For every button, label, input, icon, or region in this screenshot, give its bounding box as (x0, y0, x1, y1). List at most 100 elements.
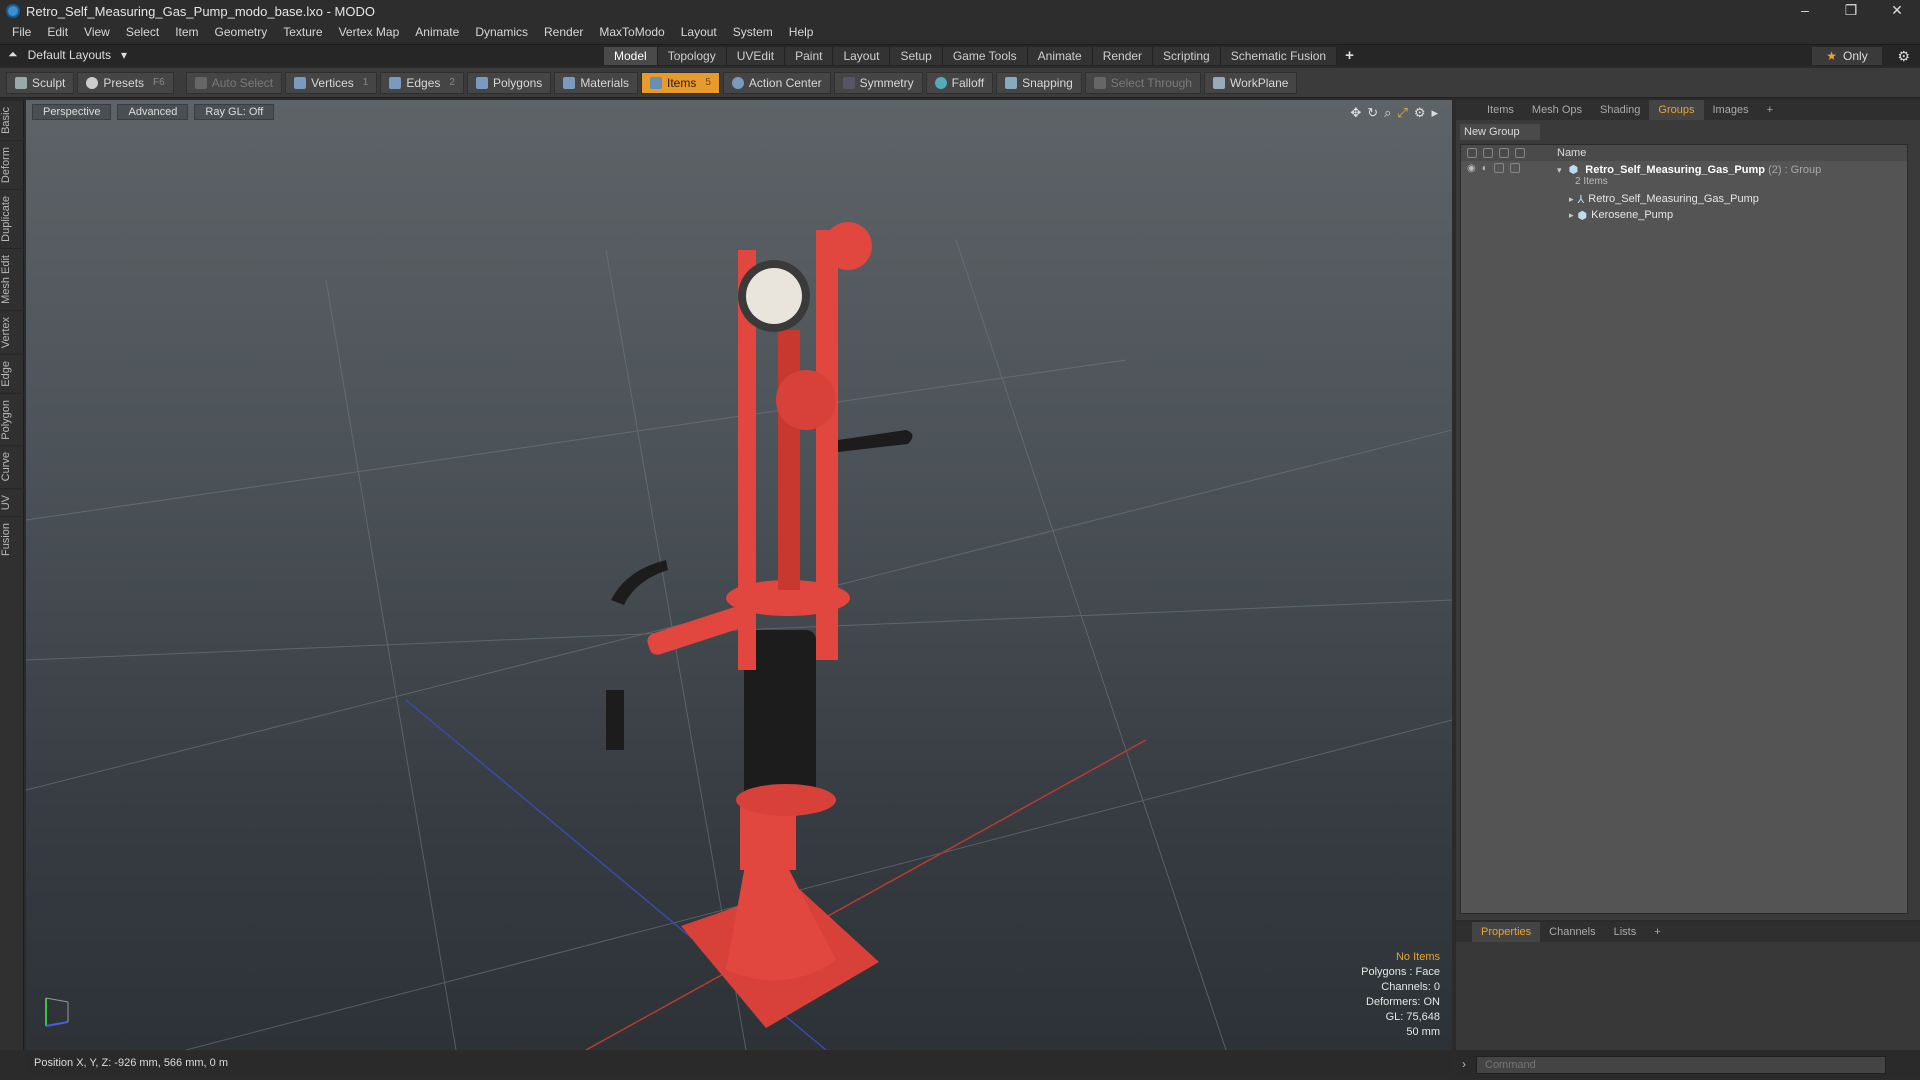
gear-icon[interactable]: ⚙ (1897, 48, 1910, 65)
rotate-icon[interactable]: ↻ (1367, 105, 1378, 121)
items-button[interactable]: Items 5 (641, 71, 720, 94)
collapse-triangle-icon[interactable]: ▾ (1557, 165, 1562, 175)
vtab-edge[interactable]: Edge (0, 353, 24, 393)
tab-properties[interactable]: Properties (1472, 922, 1541, 942)
menu-animate[interactable]: Animate (407, 25, 467, 39)
view-type-button[interactable]: Perspective (32, 104, 112, 120)
menu-layout[interactable]: Layout (673, 25, 725, 39)
menu-vertex-map[interactable]: Vertex Map (331, 25, 408, 39)
tab-model[interactable]: Model (604, 47, 658, 65)
minimize-button[interactable]: – (1782, 0, 1828, 22)
3d-viewport[interactable]: Perspective Advanced Ray GL: Off ✥ ↻ ⌕ ⤢… (26, 100, 1452, 1050)
tab-channels[interactable]: Channels (1540, 922, 1604, 942)
tab-layout[interactable]: Layout (833, 47, 891, 65)
list-item[interactable]: ▸ ⅄ Retro_Self_Measuring_Gas_Pump (1461, 191, 1907, 207)
tab-render[interactable]: Render (1092, 47, 1154, 65)
tab-mesh-ops[interactable]: Mesh Ops (1523, 100, 1591, 120)
expand-triangle-icon[interactable]: ▸ (1569, 194, 1574, 205)
viewport-settings-icon[interactable]: ⚙ (1414, 105, 1426, 121)
tab-groups[interactable]: Groups (1649, 100, 1704, 120)
vtab-fusion[interactable]: Fusion (0, 516, 24, 563)
viewport-more-icon[interactable]: ▸ (1431, 105, 1438, 121)
tab-paint[interactable]: Paint (785, 47, 834, 65)
add-tab-button[interactable]: + (1337, 47, 1362, 65)
fit-icon[interactable]: ⤢ (1397, 105, 1407, 121)
tab-items[interactable]: Items (1478, 100, 1523, 120)
lock-column-icon[interactable] (1499, 148, 1509, 158)
vtab-uv[interactable]: UV (0, 487, 24, 517)
menu-maxtomodo[interactable]: MaxToModo (591, 25, 672, 39)
select-toggle-icon[interactable] (1509, 163, 1520, 173)
collapse-icon[interactable]: ⏶ (8, 47, 18, 62)
menu-dynamics[interactable]: Dynamics (467, 25, 536, 39)
sculpt-label: Sculpt (32, 75, 66, 90)
restore-button[interactable]: ❐ (1828, 0, 1874, 22)
edges-button[interactable]: Edges 2 (380, 71, 464, 94)
menu-system[interactable]: System (725, 25, 781, 39)
tab-scripting[interactable]: Scripting (1153, 47, 1221, 65)
new-group-button[interactable]: New Group (1460, 124, 1540, 140)
symmetry-button[interactable]: Symmetry (833, 71, 923, 94)
polygons-button[interactable]: Polygons (466, 71, 552, 94)
workplane-button[interactable]: WorkPlane (1203, 71, 1298, 94)
select-through-button[interactable]: Select Through (1084, 71, 1201, 94)
menu-texture[interactable]: Texture (275, 25, 330, 39)
add-panel-tab-button[interactable]: + (1758, 100, 1782, 120)
menu-select[interactable]: Select (118, 25, 167, 39)
vtab-curve[interactable]: Curve (0, 445, 24, 488)
group-row[interactable]: ◉ ◐ ▾ ⬢ Retro_Self_Measuring_Gas_Pump (2… (1461, 161, 1907, 191)
command-input[interactable] (1476, 1056, 1886, 1074)
tab-images[interactable]: Images (1704, 100, 1758, 120)
select-column-icon[interactable] (1515, 148, 1525, 158)
vtab-deform[interactable]: Deform (0, 139, 24, 189)
scene-graphics (26, 222, 1452, 1050)
falloff-button[interactable]: Falloff (925, 71, 994, 94)
render-toggle-icon[interactable]: ◐ (1482, 163, 1488, 174)
name-column-header[interactable]: Name (1557, 147, 1586, 159)
vtab-mesh-edit[interactable]: Mesh Edit (0, 247, 24, 310)
zoom-icon[interactable]: ⌕ (1384, 105, 1391, 121)
tab-topology[interactable]: Topology (657, 47, 727, 65)
snapping-button[interactable]: Snapping (996, 71, 1082, 94)
materials-button[interactable]: Materials (554, 71, 638, 94)
tab-uvedit[interactable]: UVEdit (726, 47, 786, 65)
workplane-icon (1212, 76, 1225, 89)
menu-geometry[interactable]: Geometry (207, 25, 276, 39)
menu-view[interactable]: View (76, 25, 118, 39)
tab-shading[interactable]: Shading (1591, 100, 1649, 120)
menu-render[interactable]: Render (536, 25, 591, 39)
vtab-polygon[interactable]: Polygon (0, 392, 24, 446)
tab-animate[interactable]: Animate (1027, 47, 1093, 65)
layout-selector[interactable]: ⏶ Default Layouts ▾ (8, 47, 127, 62)
eye-column-icon[interactable] (1467, 148, 1477, 158)
expand-triangle-icon[interactable]: ▸ (1569, 210, 1574, 221)
tab-schematic-fusion[interactable]: Schematic Fusion (1220, 47, 1338, 65)
vtab-duplicate[interactable]: Duplicate (0, 188, 24, 248)
lock-toggle-icon[interactable] (1493, 163, 1504, 173)
shading-button[interactable]: Advanced (117, 104, 189, 120)
presets-button[interactable]: Presets F6 (77, 71, 174, 94)
menu-help[interactable]: Help (781, 25, 822, 39)
tab-setup[interactable]: Setup (890, 47, 943, 65)
menu-file[interactable]: File (4, 25, 39, 39)
close-button[interactable]: ✕ (1874, 0, 1920, 22)
auto-select-button[interactable]: Auto Select (185, 71, 283, 94)
menu-edit[interactable]: Edit (39, 25, 76, 39)
pan-icon[interactable]: ✥ (1350, 105, 1361, 121)
tab-game-tools[interactable]: Game Tools (942, 47, 1028, 65)
sculpt-button[interactable]: Sculpt (6, 71, 75, 94)
raygl-button[interactable]: Ray GL: Off (194, 104, 275, 120)
render-column-icon[interactable] (1483, 148, 1493, 158)
pump-column-right (816, 230, 838, 660)
add-properties-tab-button[interactable]: + (1645, 922, 1669, 942)
only-button[interactable]: ★ Only (1812, 47, 1882, 65)
vtab-vertex[interactable]: Vertex (0, 309, 24, 354)
vtab-basic[interactable]: Basic (0, 100, 24, 140)
menu-item[interactable]: Item (167, 25, 206, 39)
tab-lists[interactable]: Lists (1605, 922, 1646, 942)
list-item[interactable]: ▸ ⬢ Kerosene_Pump (1461, 207, 1907, 223)
eye-icon[interactable]: ◉ (1467, 163, 1476, 174)
vertices-button[interactable]: Vertices 1 (285, 71, 378, 94)
action-center-button[interactable]: Action Center (722, 71, 831, 94)
groups-list[interactable]: Name ◉ ◐ ▾ ⬢ Retro_Self_Measuring_Gas_Pu… (1460, 144, 1908, 914)
